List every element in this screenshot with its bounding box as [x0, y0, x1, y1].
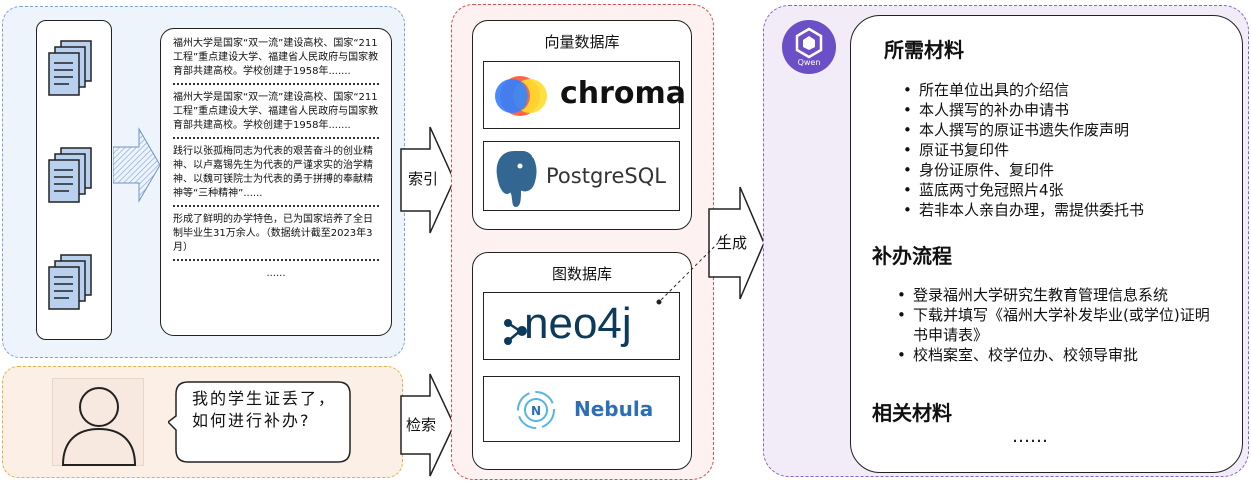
- postgresql-logo-text: PostgreSQL: [546, 164, 666, 188]
- document-icon: [48, 40, 92, 96]
- list-item: 登录福州大学研究生教育管理信息系统: [895, 285, 1215, 305]
- text-chunk: 福州大学是国家“双一流”建设高校、国家“211工程”重点建设大学、福建省人民政府…: [173, 91, 379, 139]
- list-item: 原证书复印件: [901, 140, 1231, 160]
- required-materials-list: 所在单位出具的介绍信 本人撰写的补办申请书 本人撰写的原证书遗失作废声明 原证书…: [901, 80, 1231, 220]
- qwen-logo: Qwen: [782, 20, 836, 74]
- document-icon: [48, 147, 92, 203]
- list-item: 所在单位出具的介绍信: [901, 80, 1231, 100]
- text-chunk-ellipsis: ......: [266, 268, 286, 279]
- document-stack: [36, 20, 112, 340]
- retrieve-label: 检索: [406, 416, 437, 434]
- list-item: 本人撰写的原证书遗失作废声明: [901, 120, 1231, 140]
- postgresql-logo: PostgreSQL: [483, 141, 680, 211]
- index-label: 索引: [408, 170, 439, 188]
- chroma-logo: chroma: [483, 61, 686, 129]
- text-chunks-panel: 福州大学是国家“双一流”建设高校、国家“211工程”重点建设大学、福建省人民政府…: [160, 28, 392, 336]
- neo4j-logo-text: neo4j: [524, 299, 632, 348]
- list-item: 校档案室、校学位办、校领导审批: [895, 345, 1215, 365]
- list-item: 蓝底两寸免冠照片4张: [901, 180, 1231, 200]
- list-item: 若非本人亲自办理，需提供委托书: [901, 200, 1231, 220]
- list-item: 身份证原件、复印件: [901, 160, 1231, 180]
- text-chunk: 福州大学是国家“双一流”建设高校、国家“211工程”重点建设大学、福建省人民政府…: [173, 37, 379, 85]
- vector-db-title: 向量数据库: [544, 33, 620, 51]
- nebula-logo: N Nebula: [483, 376, 680, 442]
- text-chunk: 形成了鲜明的办学特色，已为国家培养了全日制毕业生31万余人。（数据统计截至202…: [173, 213, 379, 261]
- svg-text:N: N: [531, 404, 541, 418]
- chroma-logo-text: chroma: [560, 76, 687, 111]
- ellipsis: ……: [1012, 426, 1048, 447]
- section-title: 所需材料: [884, 38, 964, 62]
- document-icon: [48, 254, 92, 310]
- list-item: 下载并填写《福州大学补发毕业(或学位)证明书申请表》: [895, 305, 1215, 345]
- text-chunk: 践行以张孤梅同志为代表的艰苦奋斗的创业精神、以卢嘉锡先生为代表的严谨求实的治学精…: [173, 145, 379, 207]
- user-avatar: [52, 378, 144, 466]
- process-list: 登录福州大学研究生教育管理信息系统 下载并填写《福州大学补发毕业(或学位)证明书…: [895, 285, 1215, 365]
- section-title: 相关材料: [872, 401, 952, 425]
- neo4j-logo: neo4j: [483, 292, 680, 360]
- list-item: 本人撰写的补办申请书: [901, 100, 1231, 120]
- user-question: 我的学生证丢了，如何进行补办?: [192, 389, 337, 430]
- section-title: 补办流程: [872, 244, 952, 268]
- user-icon: [61, 387, 137, 466]
- nebula-logo-text: Nebula: [574, 397, 654, 421]
- chunking-arrow: [113, 127, 161, 203]
- qwen-label: Qwen: [797, 58, 821, 67]
- retrieval-connector: [656, 233, 728, 305]
